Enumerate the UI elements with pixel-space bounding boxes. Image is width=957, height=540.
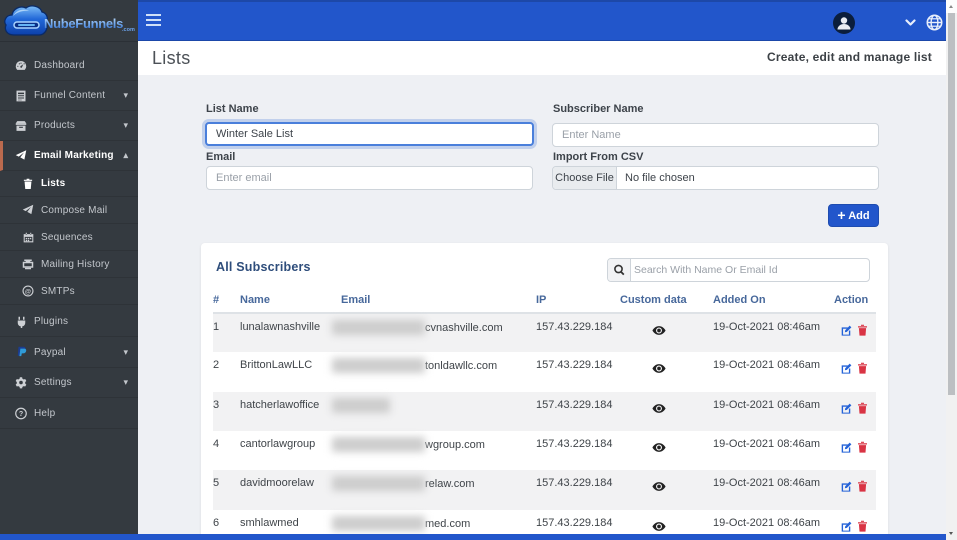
svg-text:.com: .com — [122, 27, 135, 33]
svg-text:?: ? — [19, 410, 23, 418]
svg-text:@: @ — [25, 288, 31, 295]
svg-text:NubeFunnels: NubeFunnels — [44, 16, 123, 31]
